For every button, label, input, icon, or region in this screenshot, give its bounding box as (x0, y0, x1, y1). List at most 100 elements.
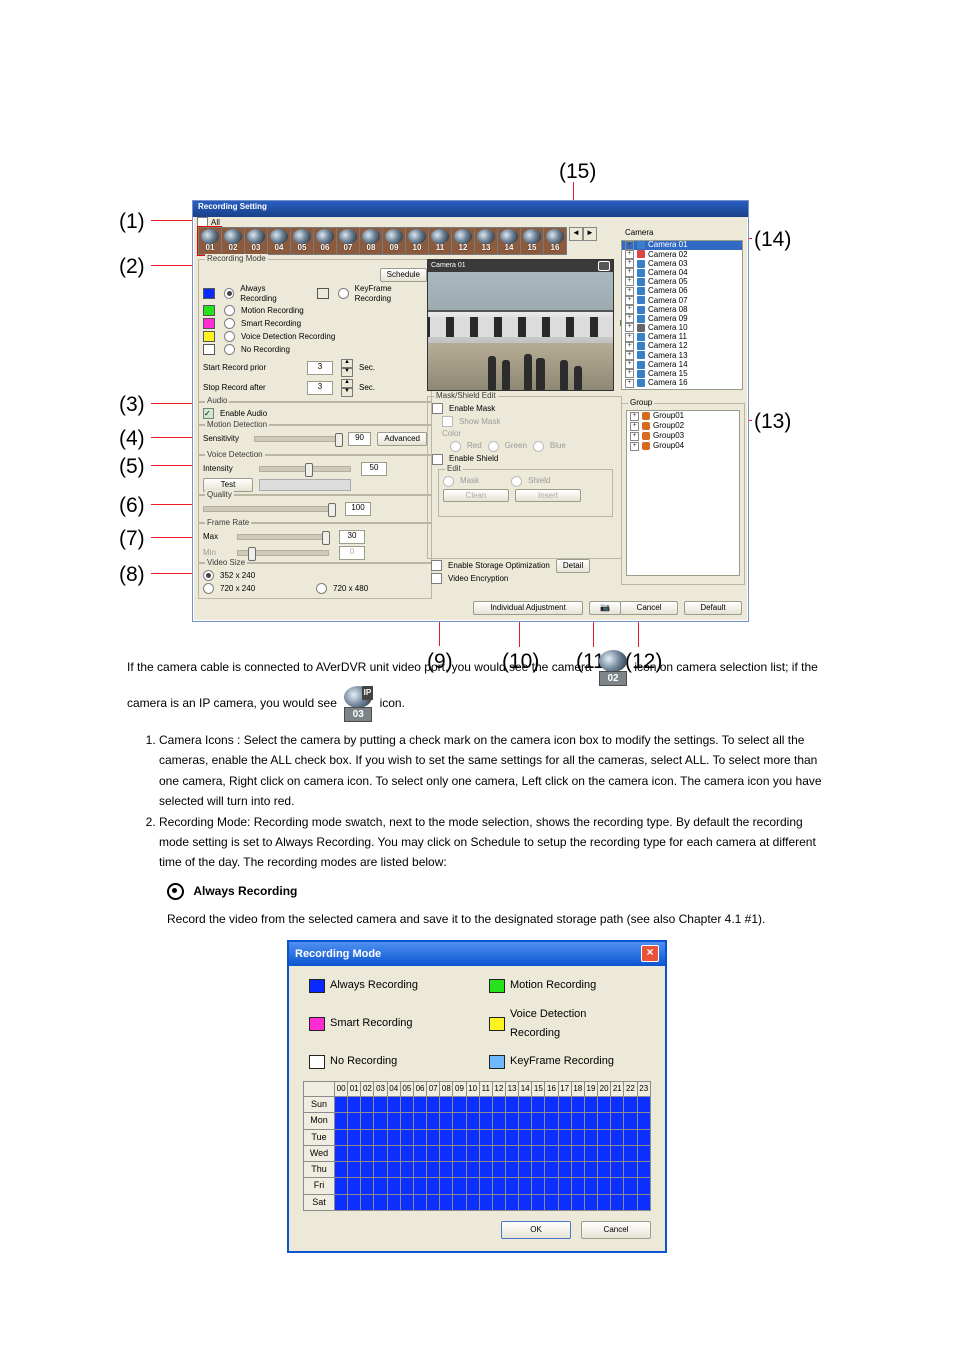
schedule-cell[interactable] (505, 1113, 518, 1129)
always-radio[interactable] (224, 288, 235, 299)
schedule-cell[interactable] (361, 1162, 374, 1178)
schedule-cell[interactable] (637, 1113, 651, 1129)
schedule-grid[interactable]: 0001020304050607080910111213141516171819… (303, 1081, 651, 1211)
schedule-cell[interactable] (492, 1178, 505, 1194)
dialog-titlebar[interactable]: Recording Setting (193, 201, 748, 217)
schedule-cell[interactable] (492, 1162, 505, 1178)
schedule-cell[interactable] (440, 1113, 453, 1129)
intensity-slider[interactable] (259, 466, 351, 472)
close-icon[interactable]: × (641, 945, 659, 962)
schedule-cell[interactable] (387, 1129, 400, 1145)
schedule-cell[interactable] (453, 1096, 466, 1112)
schedule-cell[interactable] (413, 1113, 426, 1129)
schedule-cell[interactable] (492, 1145, 505, 1161)
schedule-cell[interactable] (387, 1145, 400, 1161)
video-encryption-check[interactable] (431, 573, 442, 584)
schedule-cell[interactable] (400, 1129, 413, 1145)
sensitivity-slider[interactable] (254, 436, 337, 442)
default-button[interactable]: Default (684, 601, 742, 615)
schedule-cell[interactable] (505, 1178, 518, 1194)
schedule-cell[interactable] (624, 1145, 637, 1161)
schedule-cell[interactable] (532, 1145, 545, 1161)
schedule-cell[interactable] (400, 1178, 413, 1194)
voice-radio[interactable] (224, 331, 235, 342)
schedule-cell[interactable] (427, 1096, 440, 1112)
schedule-cell[interactable] (598, 1096, 611, 1112)
schedule-cell[interactable] (532, 1113, 545, 1129)
expand-icon[interactable]: + (630, 422, 639, 431)
schedule-cell[interactable] (453, 1178, 466, 1194)
expand-icon[interactable]: + (625, 277, 634, 286)
expand-icon[interactable]: + (625, 268, 634, 277)
schedule-cell[interactable] (584, 1194, 597, 1210)
expand-icon[interactable]: + (625, 250, 634, 259)
schedule-cell[interactable] (545, 1162, 558, 1178)
schedule-cell[interactable] (598, 1113, 611, 1129)
camera-tile-13[interactable]: 13 (474, 227, 497, 255)
schedule-cell[interactable] (413, 1145, 426, 1161)
camera-tile-11[interactable]: 11 (428, 227, 451, 255)
schedule-cell[interactable] (400, 1113, 413, 1129)
schedule-cell[interactable] (440, 1145, 453, 1161)
start-prior-input[interactable]: 3 (307, 361, 333, 375)
schedule-cell[interactable] (611, 1113, 624, 1129)
camera-tile-06[interactable]: 06 (313, 227, 336, 255)
group-list-item[interactable]: +Group04 (627, 441, 739, 451)
schedule-ok-button[interactable]: OK (501, 1221, 571, 1239)
schedule-cell[interactable] (413, 1162, 426, 1178)
schedule-cell[interactable] (624, 1178, 637, 1194)
camera-tile-04[interactable]: 04 (267, 227, 290, 255)
camera-list-item[interactable]: +Camera 09 (622, 314, 742, 323)
camera-list-item[interactable]: +Camera 16 (622, 378, 742, 387)
schedule-cell[interactable] (532, 1162, 545, 1178)
schedule-cell[interactable] (413, 1194, 426, 1210)
enable-mask-check[interactable] (432, 403, 443, 414)
schedule-cell[interactable] (348, 1178, 361, 1194)
schedule-cell[interactable] (571, 1113, 584, 1129)
schedule-cell[interactable] (348, 1096, 361, 1112)
schedule-cell[interactable] (492, 1113, 505, 1129)
camera-tile-09[interactable]: 09 (382, 227, 405, 255)
schedule-cell[interactable] (545, 1178, 558, 1194)
schedule-cell[interactable] (348, 1194, 361, 1210)
schedule-cell[interactable] (571, 1178, 584, 1194)
schedule-cell[interactable] (584, 1113, 597, 1129)
expand-icon[interactable]: + (625, 287, 634, 296)
camera-tile-01[interactable]: 01 (198, 227, 221, 255)
schedule-cell[interactable] (335, 1096, 348, 1112)
schedule-cell[interactable] (413, 1178, 426, 1194)
schedule-cell[interactable] (624, 1113, 637, 1129)
schedule-cell[interactable] (519, 1113, 532, 1129)
schedule-cell[interactable] (427, 1178, 440, 1194)
camera-strip-spinner[interactable]: ◄ ► (569, 227, 597, 241)
schedule-cell[interactable] (440, 1178, 453, 1194)
schedule-cell[interactable] (571, 1096, 584, 1112)
schedule-cell[interactable] (505, 1145, 518, 1161)
schedule-cell[interactable] (558, 1194, 571, 1210)
schedule-cell[interactable] (558, 1162, 571, 1178)
schedule-cell[interactable] (440, 1129, 453, 1145)
schedule-cell[interactable] (558, 1129, 571, 1145)
schedule-cell[interactable] (492, 1129, 505, 1145)
frame-min-slider[interactable] (237, 550, 329, 556)
schedule-cell[interactable] (335, 1162, 348, 1178)
schedule-cell[interactable] (413, 1096, 426, 1112)
schedule-cell[interactable] (598, 1178, 611, 1194)
schedule-cell[interactable] (348, 1145, 361, 1161)
schedule-cell[interactable] (479, 1129, 492, 1145)
detail-button[interactable]: Detail (556, 559, 590, 573)
expand-icon[interactable]: + (625, 296, 634, 305)
camera-list-item[interactable]: +Camera 01 (622, 241, 742, 250)
schedule-cell[interactable] (505, 1096, 518, 1112)
frame-max-value[interactable]: 30 (339, 530, 365, 544)
vsize-a-radio[interactable] (203, 570, 214, 581)
expand-icon[interactable]: + (625, 360, 634, 369)
schedule-cell[interactable] (427, 1145, 440, 1161)
schedule-cell[interactable] (427, 1129, 440, 1145)
schedule-cell[interactable] (479, 1194, 492, 1210)
schedule-cell[interactable] (545, 1096, 558, 1112)
advanced-button[interactable]: Advanced (377, 432, 427, 446)
schedule-cell[interactable] (361, 1145, 374, 1161)
schedule-cell[interactable] (611, 1145, 624, 1161)
schedule-cell[interactable] (335, 1129, 348, 1145)
